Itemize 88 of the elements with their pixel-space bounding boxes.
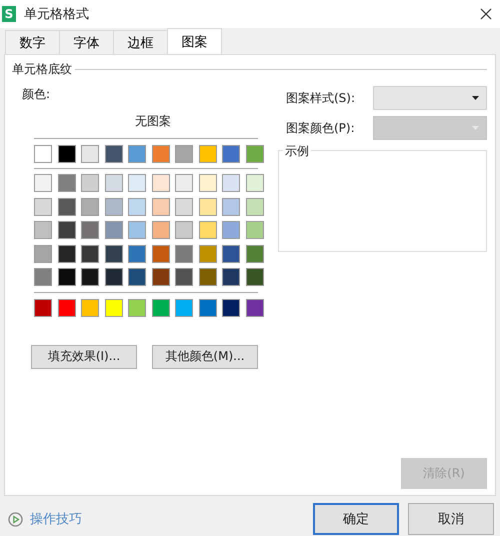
color-swatch[interactable] bbox=[81, 174, 99, 192]
color-swatch[interactable] bbox=[152, 174, 170, 192]
color-swatch[interactable] bbox=[175, 244, 193, 262]
color-swatch[interactable] bbox=[34, 145, 52, 163]
color-swatch[interactable] bbox=[34, 221, 52, 239]
dialog-button[interactable]: 填充效果(I)... bbox=[31, 344, 137, 368]
caret-icon bbox=[472, 96, 479, 100]
color-swatch[interactable] bbox=[152, 244, 170, 262]
window-title: 单元格格式 bbox=[24, 6, 89, 23]
color-swatch[interactable] bbox=[246, 174, 264, 192]
color-swatch[interactable] bbox=[104, 244, 122, 262]
color-swatch[interactable] bbox=[128, 145, 146, 163]
color-swatch[interactable] bbox=[58, 268, 76, 286]
color-swatch[interactable] bbox=[104, 268, 122, 286]
color-swatch[interactable] bbox=[198, 145, 216, 163]
field-label: 图案颜色(P): bbox=[286, 120, 355, 136]
color-swatch[interactable] bbox=[58, 244, 76, 262]
tab[interactable]: 图案 bbox=[167, 28, 222, 54]
color-swatch[interactable] bbox=[128, 198, 146, 216]
color-swatch[interactable] bbox=[246, 221, 264, 239]
color-swatch[interactable] bbox=[128, 244, 146, 262]
color-swatch[interactable] bbox=[222, 268, 240, 286]
color-swatch[interactable] bbox=[175, 298, 193, 316]
color-swatch[interactable] bbox=[246, 244, 264, 262]
dropdown-field[interactable] bbox=[373, 86, 487, 110]
color-swatch[interactable] bbox=[198, 298, 216, 316]
dialog-button[interactable]: 确定 bbox=[313, 503, 399, 535]
color-swatch[interactable] bbox=[104, 221, 122, 239]
color-swatch[interactable] bbox=[34, 198, 52, 216]
color-swatch[interactable] bbox=[104, 298, 122, 316]
color-swatch[interactable] bbox=[81, 198, 99, 216]
color-swatch[interactable] bbox=[34, 244, 52, 262]
color-swatch[interactable] bbox=[81, 221, 99, 239]
color-swatch[interactable] bbox=[222, 244, 240, 262]
color-swatch[interactable] bbox=[246, 298, 264, 316]
color-swatch[interactable] bbox=[104, 174, 122, 192]
color-swatch[interactable] bbox=[246, 268, 264, 286]
color-swatch[interactable] bbox=[222, 298, 240, 316]
color-swatch[interactable] bbox=[175, 198, 193, 216]
color-swatch[interactable] bbox=[58, 221, 76, 239]
color-swatch[interactable] bbox=[152, 221, 170, 239]
color-swatch[interactable] bbox=[222, 198, 240, 216]
color-swatch[interactable] bbox=[104, 145, 122, 163]
color-swatch[interactable] bbox=[58, 198, 76, 216]
color-swatch[interactable] bbox=[246, 145, 264, 163]
color-label: 颜色: bbox=[22, 86, 52, 103]
color-swatch[interactable] bbox=[175, 268, 193, 286]
color-swatch[interactable] bbox=[128, 174, 146, 192]
color-swatch[interactable] bbox=[198, 174, 216, 192]
field-label: 图案样式(S): bbox=[286, 90, 356, 106]
color-swatch[interactable] bbox=[81, 298, 99, 316]
color-swatch[interactable] bbox=[34, 174, 52, 192]
color-swatch[interactable] bbox=[222, 145, 240, 163]
color-swatch[interactable] bbox=[198, 268, 216, 286]
no-pattern-option[interactable]: 无图案 bbox=[135, 113, 171, 130]
color-swatch[interactable] bbox=[246, 198, 264, 216]
color-swatch[interactable] bbox=[222, 221, 240, 239]
color-swatch[interactable] bbox=[175, 174, 193, 192]
color-swatch[interactable] bbox=[58, 145, 76, 163]
app-logo-icon: S bbox=[2, 6, 16, 22]
color-swatch[interactable] bbox=[198, 198, 216, 216]
color-swatch[interactable] bbox=[175, 145, 193, 163]
play-icon[interactable] bbox=[8, 512, 23, 526]
color-swatch[interactable] bbox=[152, 268, 170, 286]
dialog-button[interactable]: 取消 bbox=[408, 503, 494, 535]
color-swatch[interactable] bbox=[104, 198, 122, 216]
color-swatch[interactable] bbox=[58, 298, 76, 316]
color-swatch[interactable] bbox=[198, 221, 216, 239]
color-swatch[interactable] bbox=[34, 298, 52, 316]
color-swatch[interactable] bbox=[198, 244, 216, 262]
color-swatch[interactable] bbox=[175, 221, 193, 239]
color-swatch[interactable] bbox=[128, 298, 146, 316]
group-title: 单元格底纹 bbox=[12, 61, 72, 78]
color-swatch[interactable] bbox=[81, 244, 99, 262]
sample-title: 示例 bbox=[283, 143, 311, 160]
color-swatch[interactable] bbox=[128, 221, 146, 239]
color-swatch[interactable] bbox=[152, 198, 170, 216]
color-swatch[interactable] bbox=[81, 268, 99, 286]
color-swatch[interactable] bbox=[222, 174, 240, 192]
color-swatch[interactable] bbox=[58, 174, 76, 192]
dialog-button[interactable]: 其他颜色(M)... bbox=[152, 344, 258, 368]
color-swatch[interactable] bbox=[152, 298, 170, 316]
tab[interactable]: 数字 bbox=[5, 30, 60, 54]
color-swatch[interactable] bbox=[152, 145, 170, 163]
color-swatch[interactable] bbox=[128, 268, 146, 286]
color-swatch[interactable] bbox=[81, 145, 99, 163]
close-icon[interactable] bbox=[480, 8, 492, 20]
color-swatch[interactable] bbox=[34, 268, 52, 286]
